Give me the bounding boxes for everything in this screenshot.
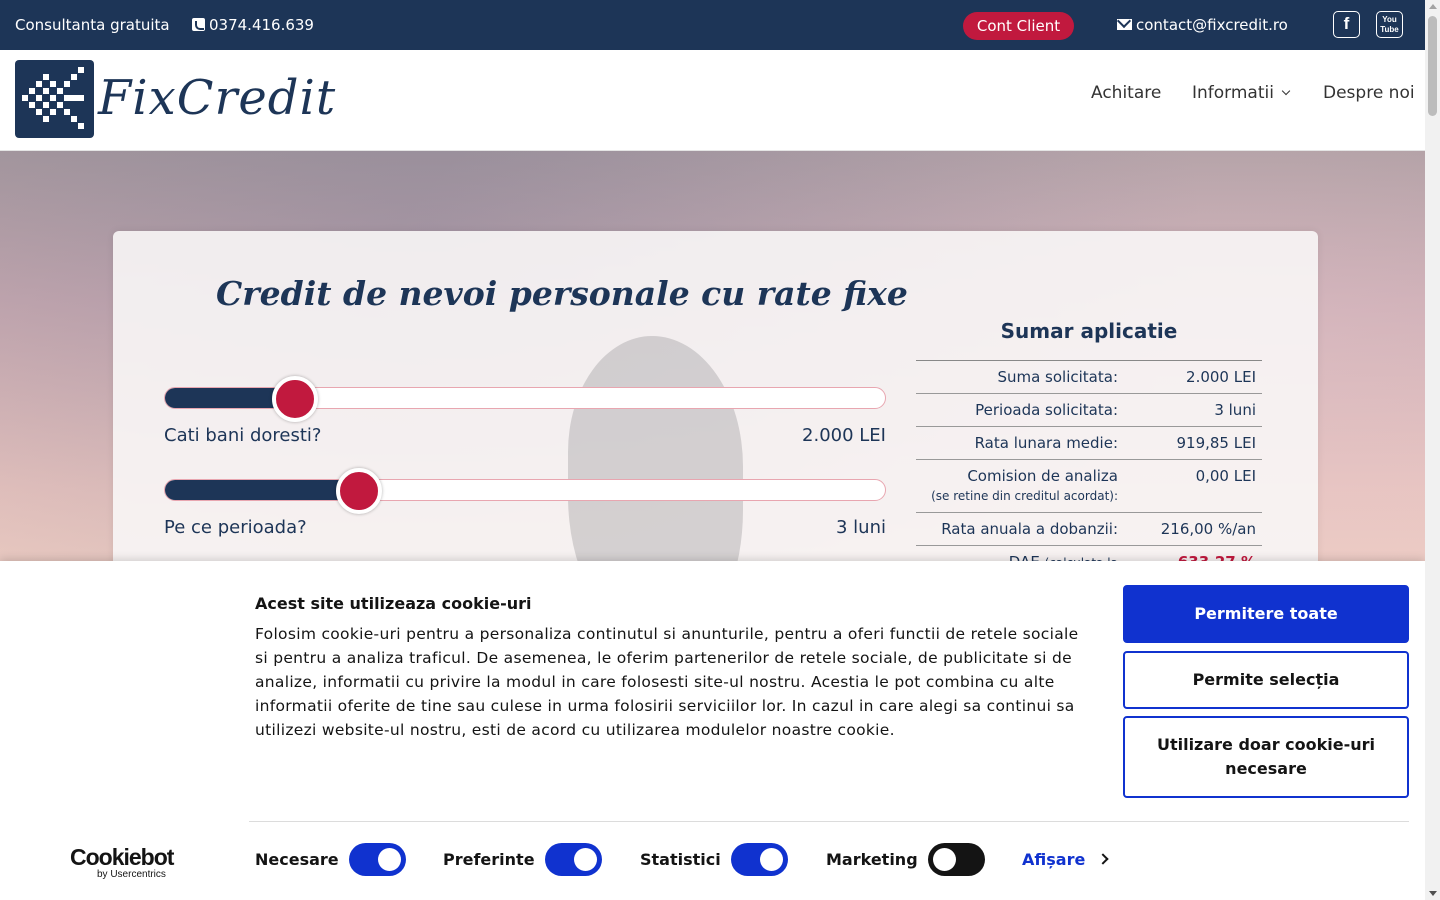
cookie-banner: Acest site utilizeaza cookie-uri Folosim… <box>0 561 1425 900</box>
toggle-knob <box>378 848 401 871</box>
toggle-label-statistici: Statistici <box>640 850 721 869</box>
toggle-necesare[interactable] <box>349 843 406 876</box>
logo-wordmark[interactable]: FixCredit <box>98 70 336 126</box>
email-link[interactable]: contact@fixcredit.ro <box>1117 15 1288 35</box>
toggle-preferinte[interactable] <box>545 843 602 876</box>
page-scrollbar[interactable] <box>1425 0 1440 900</box>
phone-link[interactable]: 0374.416.639 <box>192 15 314 35</box>
toggle-knob <box>760 848 783 871</box>
period-label: Pe ce perioada? <box>164 517 307 538</box>
toggle-label-preferinte: Preferinte <box>443 850 535 869</box>
show-details-link[interactable]: Afișare <box>1022 850 1109 870</box>
summary-row: Comision de analiza (se retine din credit… <box>916 460 1262 513</box>
cookie-divider <box>249 821 1409 822</box>
nav-informatii-label: Informatii <box>1192 83 1274 103</box>
summary-title: Sumar aplicatie <box>1000 319 1178 343</box>
summary-row: Rata lunara medie: 919,85 LEI <box>916 427 1262 460</box>
allow-selection-button[interactable]: Permite selecția <box>1123 651 1409 709</box>
summary-key: Perioada solicitata: <box>975 401 1118 419</box>
period-value: 3 luni <box>836 517 886 538</box>
summary-key-note: (se retine din creditul acordat): <box>931 489 1118 503</box>
summary-key: Rata lunara medie: <box>974 434 1118 452</box>
phone-number: 0374.416.639 <box>209 16 314 34</box>
toggle-knob <box>574 848 597 871</box>
summary-value: 0,00 LEI <box>1195 467 1256 485</box>
toggle-knob <box>933 848 956 871</box>
cookie-text: Folosim cookie-uri pentru a personaliza … <box>255 625 1079 739</box>
period-slider-fill <box>165 480 360 500</box>
cookie-title: Acest site utilizeaza cookie-uri <box>255 594 532 613</box>
top-bar: Consultanta gratuita 0374.416.639 Cont C… <box>0 0 1425 50</box>
summary-row: Perioada solicitata: 3 luni <box>916 394 1262 427</box>
summary-value: 216,00 %/an <box>1160 520 1256 538</box>
show-details-label: Afișare <box>1022 850 1086 869</box>
nav-informatii[interactable]: Informatii <box>1192 82 1291 104</box>
cookiebot-sub: by Usercentrics <box>97 869 166 880</box>
summary-key: Comision de analiza (se retine din credit… <box>916 466 1118 506</box>
youtube-glyph-bottom: Tube <box>1380 25 1399 34</box>
amount-slider-thumb[interactable] <box>271 376 318 422</box>
necessary-only-button[interactable]: Utilizare doar cookie-uri necesare <box>1123 716 1409 798</box>
consult-text: Consultanta gratuita <box>15 16 170 34</box>
summary-value: 919,85 LEI <box>1176 434 1256 452</box>
scrollbar-thumb[interactable] <box>1428 16 1437 116</box>
summary-value: 3 luni <box>1214 401 1256 419</box>
cookiebot-logo[interactable]: Cookiebot by Usercentrics <box>70 844 174 880</box>
summary-key-text: Comision de analiza <box>967 467 1118 485</box>
toggle-label-marketing: Marketing <box>826 850 918 869</box>
nav-achitare[interactable]: Achitare <box>1091 82 1161 104</box>
summary-table: Suma solicitata: 2.000 LEI Perioada soli… <box>916 360 1262 580</box>
site-header: FixCredit Achitare Informatii Despre noi <box>0 50 1425 151</box>
allow-all-button[interactable]: Permitere toate <box>1123 585 1409 643</box>
toggle-marketing[interactable] <box>928 843 985 876</box>
toggle-statistici[interactable] <box>731 843 788 876</box>
chevron-right-icon <box>1097 853 1109 865</box>
logo-icon[interactable] <box>15 60 94 138</box>
amount-slider[interactable] <box>164 376 886 422</box>
amount-value: 2.000 LEI <box>802 425 886 446</box>
amount-label: Cati bani doresti? <box>164 425 322 446</box>
envelope-icon <box>1117 19 1132 30</box>
summary-value: 2.000 LEI <box>1186 368 1256 386</box>
summary-row: Rata anuala a dobanzii: 216,00 %/an <box>916 513 1262 546</box>
summary-row: Suma solicitata: 2.000 LEI <box>916 361 1262 394</box>
scroll-down-icon[interactable] <box>1429 891 1437 896</box>
period-slider-thumb[interactable] <box>336 468 383 514</box>
chevron-down-icon <box>1281 86 1291 96</box>
toggle-label-necesare: Necesare <box>255 850 339 869</box>
youtube-glyph-top: You <box>1382 15 1397 24</box>
cookiebot-brand: Cookiebot <box>70 844 174 870</box>
scroll-up-icon[interactable] <box>1429 4 1437 9</box>
nav-despre-noi[interactable]: Despre noi <box>1323 82 1415 104</box>
period-slider[interactable] <box>164 468 886 514</box>
cont-client-button[interactable]: Cont Client <box>963 12 1074 40</box>
phone-icon <box>192 18 205 31</box>
summary-key: Suma solicitata: <box>997 368 1118 386</box>
email-address: contact@fixcredit.ro <box>1136 16 1288 34</box>
facebook-icon[interactable]: f <box>1333 11 1360 38</box>
summary-key: Rata anuala a dobanzii: <box>941 520 1118 538</box>
calculator-title: Credit de nevoi personale cu rate fixe <box>216 274 908 313</box>
youtube-icon[interactable]: You Tube <box>1376 11 1403 38</box>
